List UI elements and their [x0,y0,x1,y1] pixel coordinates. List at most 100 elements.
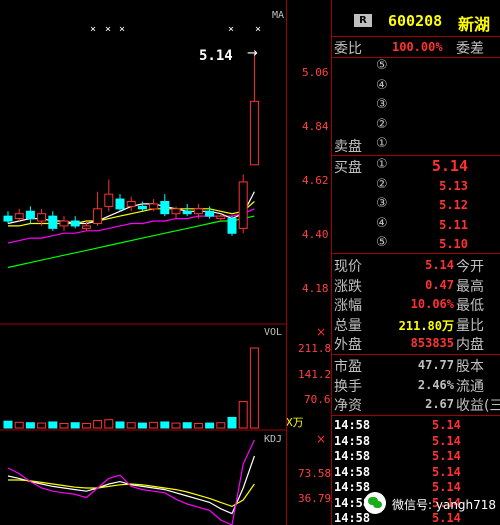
volume-bar [193,422,203,429]
kdj-tick-2: 36.79 [298,492,332,505]
x-mark-1[interactable]: × [90,24,96,35]
stat-value-2: 10.06% [410,297,454,311]
candle-body [193,208,203,215]
chart-panel[interactable] [0,0,286,525]
volume-bar [171,422,181,429]
x-mark-5[interactable]: × [255,24,261,35]
commission-ratio-value: 100.00% [392,40,443,54]
divider [332,354,500,355]
candle-body [216,215,226,220]
fund-label2-1: 流通 [456,378,484,395]
candle-body [137,205,147,210]
vol-tick-1: 211.8 [298,342,332,355]
buy-level-4: ④ [376,215,388,231]
r-badge[interactable]: R [354,14,372,27]
volume-bar [25,422,35,429]
tick-price-0: 5.14 [432,418,461,432]
tick-price-2: 5.14 [432,449,461,463]
kdj-tick-1: 73.58 [298,467,332,480]
volume-bar [104,419,114,429]
sell-level-4: ④ [376,77,388,93]
kdj-label: KDJ [264,434,283,445]
buy-price-1: 5.14 [431,157,468,175]
sell-level-3: ③ [376,97,388,112]
volume-bar [238,401,248,429]
volume-bar [81,422,91,429]
buy-level-1: ① [376,157,388,172]
fund-label-2: 净资 [334,398,362,414]
price-scale: MA 5.06 4.84 4.62 4.40 4.18 VOL × 211.8 … [264,0,332,525]
volume-bar [160,421,170,429]
fund-value-0: 47.77 [417,358,454,372]
volume-bar [14,421,24,429]
x-mark-3[interactable]: × [119,24,125,35]
candle-body [70,220,80,227]
volume-bar [70,422,80,429]
x-mark-4[interactable]: × [228,24,234,35]
kdj-close-icon[interactable]: × [316,432,326,446]
divider [332,57,500,58]
volume-bar [137,422,147,429]
quote-header[interactable]: R 600208 新湖 [332,0,500,36]
volume-bar [59,422,69,429]
fund-label2-2: 收益(三 [456,398,500,414]
volume-bar [182,422,192,429]
candle-body [93,208,103,224]
tick-time-1: 14:58 [334,433,371,448]
volume-bar [249,347,259,429]
candle-body [182,210,192,215]
candle-body [59,220,69,227]
tick-time-3: 14:58 [334,464,371,479]
kdj-k-line [7,455,255,515]
price-tick-5: 4.18 [302,282,329,295]
divider [332,415,500,416]
divider [332,155,500,156]
volume-bar [48,421,58,429]
stat-label-1: 涨跌 [334,278,362,295]
price-tick-1: 5.06 [302,66,329,79]
buy-level-5: ⑤ [376,235,388,250]
volume-bar [216,422,226,429]
vol-close-icon[interactable]: × [316,325,326,339]
stat-value-0: 5.14 [425,258,454,272]
candle-body [115,198,125,210]
sell-level-2: ② [376,116,388,132]
volume-bar [115,421,125,429]
stock-name: 新湖 [458,15,491,34]
buy-label: 买盘 [334,160,362,176]
tick-time-0: 14:58 [334,418,371,432]
candle-body [171,208,181,215]
stat-label2-2: 最低 [456,298,484,314]
candle-body [104,193,114,207]
stat-value-4: 853835 [410,336,454,350]
x-mark-2[interactable]: × [105,24,111,35]
volume-bar [126,422,136,429]
sell-level-1: ① [376,136,388,151]
kline-chart[interactable] [0,0,286,525]
vol-tick-2: 141.2 [298,368,332,381]
stat-label2-3: 量比 [456,317,484,334]
vol-tick-3: 70.6 [304,393,331,406]
tick-price-1: 5.14 [432,433,461,448]
stat-label2-4: 内盘 [456,337,484,353]
volume-bar [227,416,237,429]
stat-label-0: 现价 [334,259,362,275]
volume-bar [3,420,13,429]
candle-body [3,215,13,222]
fund-value-2: 2.67 [425,397,454,411]
vol-unit: X万 [286,416,304,429]
last-price-tag: 5.14 [199,48,233,64]
fund-label-0: 市盈 [334,359,362,375]
candle-body [48,215,58,229]
stat-value-1: 0.47 [425,277,454,292]
buy-price-5: 5.10 [439,237,468,251]
stat-label2-1: 最高 [456,278,484,295]
kdj-d-line [8,479,255,508]
tick-time-2: 14:58 [334,449,371,463]
candle-body [126,200,136,207]
ma-label: MA [272,10,285,21]
commission-diff-label: 委差 [456,41,484,57]
quote-panel: R 600208 新湖 委比 100.00% 委差 ⑤ ④ ③ ② ① 卖盘 买盘 ① 5… [332,0,500,525]
volume-bar [205,422,215,429]
candle-body [227,218,237,234]
